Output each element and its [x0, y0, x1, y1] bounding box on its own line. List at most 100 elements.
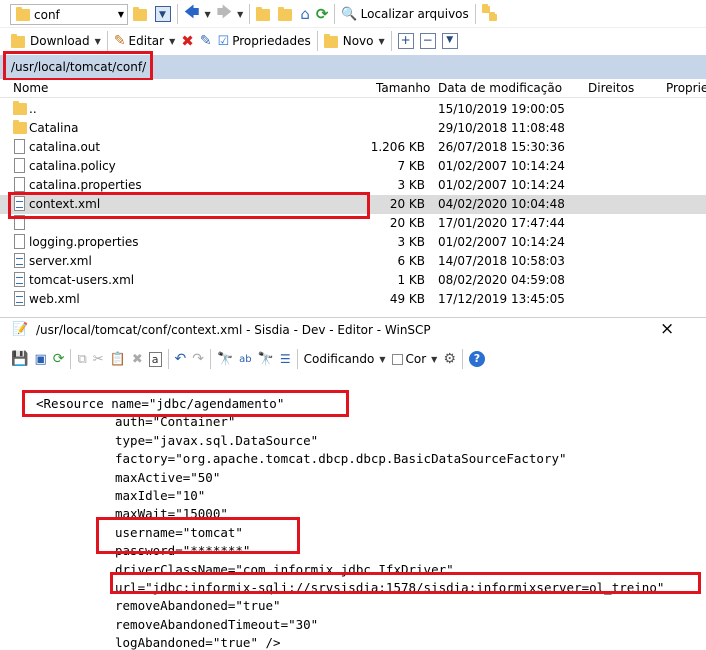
home-button[interactable]: ⌂ — [297, 3, 313, 25]
file-size: 7 KB — [397, 159, 425, 173]
filter-icon: ▼ — [155, 6, 171, 22]
file-name: tomcat-users.xml — [29, 273, 135, 287]
reload-icon: ⟳ — [52, 351, 65, 367]
file-size: 20 KB — [389, 216, 425, 230]
col-owner[interactable]: Propriet — [666, 81, 706, 95]
url-highlight — [110, 572, 701, 594]
undo-icon: ↶ — [174, 351, 187, 367]
file-date: 14/07/2018 10:58:03 — [438, 254, 565, 268]
encoding-button[interactable]: Codificando ▼ — [301, 348, 389, 370]
find-files-button[interactable]: 🔍 Localizar arquivos — [338, 3, 471, 25]
code-line: maxActive="50" — [115, 469, 221, 485]
encoding-label: Codificando — [303, 352, 375, 366]
reload-button[interactable]: ⟳ — [50, 348, 68, 370]
delete-text-button[interactable]: ✖ — [129, 348, 146, 370]
unselect-button[interactable]: − — [417, 30, 439, 52]
file-row[interactable]: catalina.policy 7 KB 01/02/2007 10:14:24 — [0, 157, 706, 176]
delete-icon: ✖ — [131, 351, 143, 367]
filter-button[interactable]: ▼ — [152, 3, 174, 25]
col-name[interactable]: Nome — [13, 81, 48, 95]
new-button[interactable]: Novo ▼ — [321, 30, 388, 52]
parent-folder-icon — [256, 6, 272, 22]
edit-button[interactable]: ✎ Editar ▼ — [111, 30, 178, 52]
root-dir-button[interactable] — [275, 3, 297, 25]
file-size: 1.206 KB — [370, 140, 425, 154]
search-icon: 🔍 — [341, 6, 358, 22]
file-date: 08/02/2020 04:59:08 — [438, 273, 565, 287]
file-size: 20 KB — [389, 197, 425, 211]
forward-button[interactable]: 🡆 ▼ — [214, 3, 247, 25]
location-combo[interactable]: conf ▼ — [10, 4, 128, 25]
select-all-button[interactable]: + — [395, 30, 417, 52]
select-all-icon: a — [148, 351, 162, 367]
file-icon — [14, 139, 25, 154]
back-button[interactable]: 🡄 ▼ — [181, 3, 214, 25]
tree-button[interactable] — [479, 3, 501, 25]
file-name: logging.properties — [29, 235, 139, 249]
properties-button[interactable]: ☑ Propriedades — [215, 30, 314, 52]
paste-icon: 📋 — [109, 351, 126, 367]
color-button[interactable]: Cor ▼ — [389, 348, 441, 370]
properties-label: Propriedades — [232, 34, 311, 48]
col-size[interactable]: Tamanho — [376, 81, 430, 95]
filter-select-button[interactable]: ▼ — [439, 30, 461, 52]
code-line: factory="org.apache.tomcat.dbcp.dbcp.Bas… — [115, 451, 567, 467]
find-next-icon: 🔭 — [257, 351, 274, 367]
location-value: conf — [34, 8, 60, 22]
delete-button[interactable]: ✖ — [178, 30, 197, 52]
find-button[interactable]: 🔭 — [214, 348, 236, 370]
find-next-button[interactable]: 🔭 — [255, 348, 277, 370]
download-button[interactable]: Download ▼ — [8, 30, 104, 52]
context-xml-highlight — [8, 192, 370, 219]
file-icon — [14, 158, 25, 173]
folder-icon — [16, 7, 30, 21]
copy-button[interactable]: ⧉ — [74, 348, 89, 370]
color-label: Cor — [405, 352, 427, 366]
code-line: removeAbandonedTimeout="30" — [115, 616, 319, 632]
code-line: maxIdle="10" — [115, 488, 206, 503]
file-row[interactable]: server.xml 6 KB 14/07/2018 10:58:03 — [0, 252, 706, 271]
file-row[interactable]: web.xml 49 KB 17/12/2019 13:45:05 — [0, 290, 706, 309]
file-name: .. — [29, 102, 37, 116]
replace-button[interactable]: ab — [236, 348, 254, 370]
file-name: Catalina — [29, 121, 79, 135]
chevron-down-icon[interactable]: ▼ — [118, 10, 124, 19]
editor-toolbar: 💾 ▣ ⟳ ⧉ ✂ 📋 ✖ a ↶ ↷ 🔭 ab 🔭 ☰ Codificando… — [8, 347, 488, 371]
file-name: catalina.out — [29, 140, 101, 154]
new-label: Novo — [342, 34, 374, 48]
cut-button[interactable]: ✂ — [90, 348, 107, 370]
parent-dir-button[interactable] — [253, 3, 275, 25]
file-row[interactable]: Catalina 29/10/2018 11:08:48 — [0, 119, 706, 138]
close-icon[interactable]: × — [660, 319, 674, 339]
settings-button[interactable]: ⚙ — [440, 348, 459, 370]
save-button[interactable]: 💾 — [8, 348, 31, 370]
undo-button[interactable]: ↶ — [172, 348, 190, 370]
minus-icon: − — [419, 33, 436, 49]
file-row[interactable]: catalina.out 1.206 KB 26/07/2018 15:30:36 — [0, 138, 706, 157]
code-line: type="javax.sql.DataSource" — [115, 432, 319, 448]
save-as-button[interactable]: ▣ — [31, 348, 49, 370]
help-icon: ? — [468, 351, 485, 367]
path-highlight — [3, 51, 153, 81]
help-button[interactable]: ? — [466, 348, 488, 370]
paste-button[interactable]: 📋 — [107, 348, 129, 370]
select-all-text-button[interactable]: a — [146, 348, 165, 370]
file-row[interactable]: tomcat-users.xml 1 KB 08/02/2020 04:59:08 — [0, 271, 706, 290]
main-toolbar: conf ▼ ▼ 🡄 ▼ 🡆 ▼ ⌂ ⟳ 🔍 Localizar arquivos — [0, 0, 706, 28]
color-swatch-icon — [391, 353, 403, 365]
file-row[interactable]: logging.properties 3 KB 01/02/2007 10:14:2… — [0, 233, 706, 252]
goto-line-button[interactable]: ☰ — [277, 348, 294, 370]
home-icon: ⌂ — [300, 5, 310, 23]
col-rights[interactable]: Direitos — [588, 81, 634, 95]
editor-title-bar: 📝 /usr/local/tomcat/conf/context.xml - S… — [0, 318, 706, 342]
open-folder-button[interactable] — [130, 3, 152, 25]
refresh-button[interactable]: ⟳ — [313, 3, 332, 25]
code-line: logAbandoned="true" /> — [115, 635, 281, 650]
file-row[interactable]: .. 15/10/2019 19:00:05 — [0, 100, 706, 119]
col-modified[interactable]: Data de modificação — [438, 81, 562, 95]
file-date: 01/02/2007 10:14:24 — [438, 178, 565, 192]
refresh-icon: ⟳ — [315, 5, 329, 23]
file-size: 6 KB — [397, 254, 425, 268]
rename-button[interactable]: ✎ — [197, 30, 215, 52]
redo-button[interactable]: ↷ — [189, 348, 207, 370]
